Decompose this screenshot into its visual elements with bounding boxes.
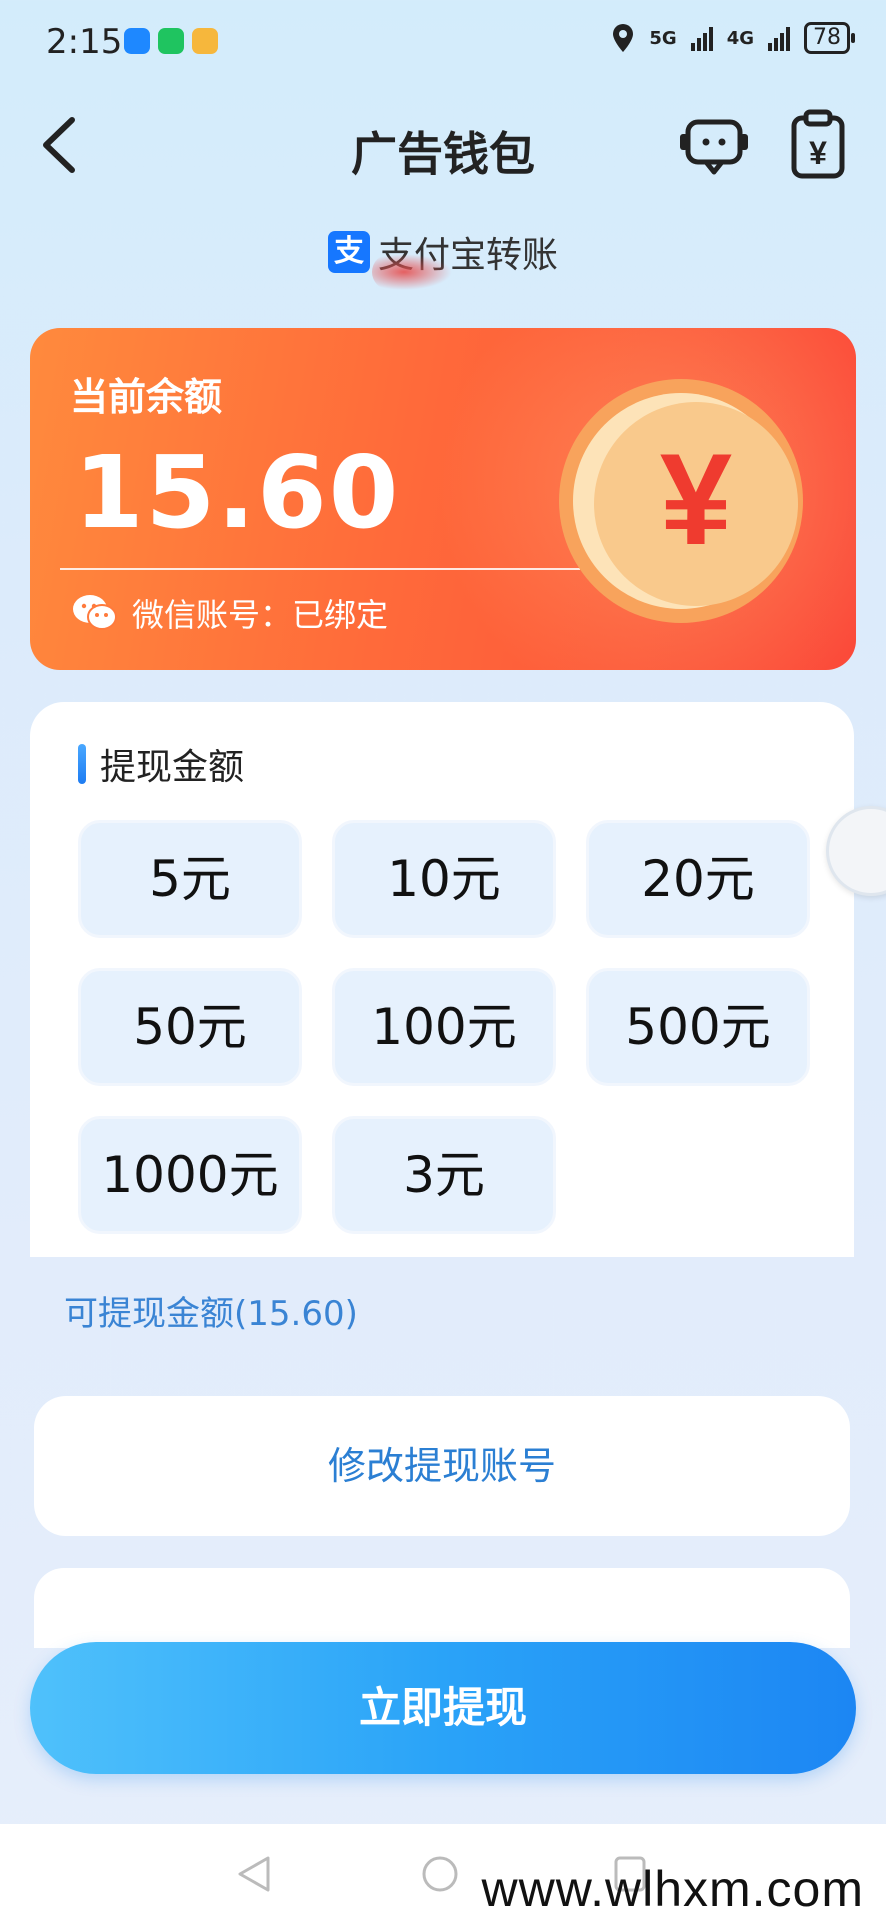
available-amount: 可提现金额(15.60) — [64, 1294, 358, 1334]
coin-icon: ¥ — [559, 379, 803, 623]
withdraw-title: 提现金额 — [78, 738, 244, 790]
amount-option-20[interactable]: 20元 — [586, 820, 810, 938]
amount-option-500[interactable]: 500元 — [586, 968, 810, 1086]
amount-option-5[interactable]: 5元 — [78, 820, 302, 938]
wechat-binding-text: 微信账号：已绑定 — [132, 596, 389, 634]
balance-card: 当前余额 15.60 微信账号：已绑定 ¥ — [30, 328, 856, 670]
signal-icon — [690, 25, 713, 51]
battery-indicator: 78 — [804, 22, 855, 54]
notification-icons — [124, 28, 218, 54]
alipay-icon: 支 — [327, 231, 370, 273]
coin-symbol: ¥ — [660, 426, 732, 572]
balance-label: 当前余额 — [70, 375, 223, 419]
page-title: 广告钱包 — [351, 127, 535, 181]
message-icon — [124, 28, 150, 54]
status-right: 5G 4G 78 — [611, 22, 855, 54]
bill-icon: ¥ — [791, 109, 845, 179]
withdraw-title-text: 提现金额 — [100, 747, 245, 788]
modify-account-button[interactable]: 修改提现账号 — [34, 1396, 850, 1536]
watermark-text: www.wlhxm.com — [481, 1861, 864, 1917]
customer-service-icon — [680, 119, 748, 175]
title-accent-bar — [78, 744, 86, 784]
customer-service-button[interactable] — [676, 108, 752, 184]
wechat-icon — [158, 28, 184, 54]
withdraw-panel: 提现金额 5元 10元 20元 50元 100元 500元 1000元 3元 — [30, 702, 854, 1257]
amount-option-100[interactable]: 100元 — [332, 968, 556, 1086]
partial-card — [34, 1568, 850, 1648]
signal-icon-2 — [768, 25, 790, 51]
payment-indicator — [372, 254, 452, 290]
status-bar: 2:15 5G 4G 78 — [0, 0, 886, 90]
amount-option-10[interactable]: 10元 — [332, 820, 556, 938]
network-4g-label: 4G — [726, 27, 754, 49]
status-time: 2:15 — [46, 22, 123, 62]
balance-amount: 15.60 — [74, 434, 401, 551]
amount-option-50[interactable]: 50元 — [78, 968, 302, 1086]
svg-text:¥: ¥ — [809, 135, 827, 171]
withdraw-now-button[interactable]: 立即提现 — [30, 1642, 856, 1774]
location-icon — [613, 24, 634, 52]
amount-option-3[interactable]: 3元 — [332, 1116, 556, 1234]
weibo-icon — [192, 28, 218, 54]
card-divider — [60, 568, 580, 570]
bill-button[interactable]: ¥ — [780, 108, 856, 184]
wechat-binding: 微信账号：已绑定 — [72, 590, 388, 636]
nav-home-icon[interactable] — [420, 1854, 460, 1894]
nav-back-icon[interactable] — [236, 1854, 272, 1894]
top-bar: 广告钱包 ¥ — [0, 100, 886, 190]
network-5g-label: 5G — [649, 27, 677, 49]
amount-option-1000[interactable]: 1000元 — [78, 1116, 302, 1234]
wechat-icon — [73, 595, 117, 630]
